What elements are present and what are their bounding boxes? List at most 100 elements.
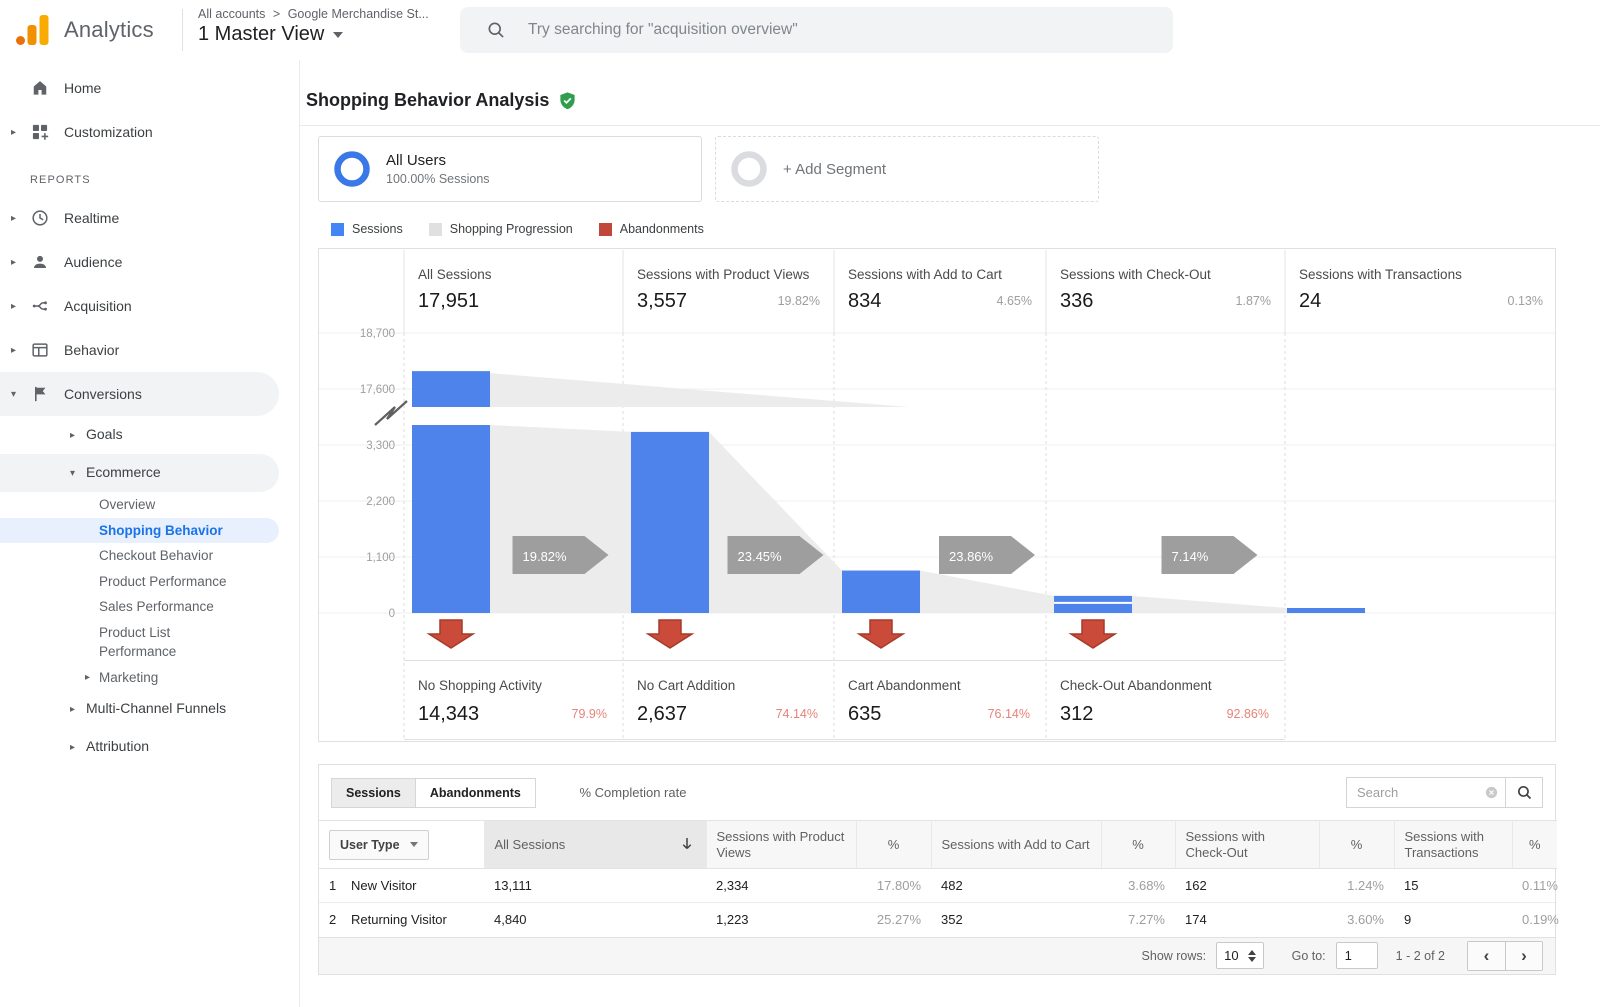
sidebar-item-label: Product Performance xyxy=(0,569,245,595)
show-rows-select[interactable]: 10 xyxy=(1216,942,1263,969)
count-cell: 2,334 xyxy=(706,869,856,903)
chevron-right-icon[interactable]: ▸ xyxy=(11,301,16,312)
count-cell: 9 xyxy=(1394,903,1512,937)
svg-text:Cart Abandonment: Cart Abandonment xyxy=(848,678,961,693)
tab-sessions[interactable]: Sessions xyxy=(331,778,416,808)
audience-icon xyxy=(30,252,50,272)
col-sessions-with-product-views[interactable]: Sessions with Product Views xyxy=(706,821,856,869)
sidebar-item-home[interactable]: Home xyxy=(0,66,299,110)
sidebar-item-goals[interactable]: ▸Goals xyxy=(0,416,299,454)
sidebar-item-behavior[interactable]: ▸Behavior xyxy=(0,328,299,372)
svg-text:Sessions with Product Views: Sessions with Product Views xyxy=(637,267,810,282)
sidebar-item-overview[interactable]: Overview xyxy=(0,492,299,518)
sidebar-item-label: Goals xyxy=(0,423,240,447)
segment-all-users[interactable]: All Users 100.00% Sessions xyxy=(318,136,702,202)
breadcrumb-account[interactable]: All accounts xyxy=(198,7,265,21)
analytics-logo[interactable]: Analytics xyxy=(14,12,154,48)
completion-rate-label: % Completion rate xyxy=(580,785,687,800)
goto-label: Go to: xyxy=(1292,949,1326,963)
add-segment-ring-icon xyxy=(730,150,768,188)
user-type-label: User Type xyxy=(340,837,400,853)
chevron-right-icon[interactable]: ▸ xyxy=(11,213,16,224)
table-search-input[interactable] xyxy=(1346,777,1506,808)
sidebar-item-sales-performance[interactable]: Sales Performance xyxy=(0,594,299,620)
sidebar-item-label: Home xyxy=(0,80,101,96)
sidebar-item-label: Multi-Channel Funnels xyxy=(0,697,240,721)
tab-abandonments[interactable]: Abandonments xyxy=(415,778,536,808)
chart-legend: SessionsShopping ProgressionAbandonments xyxy=(331,222,1556,236)
svg-text:74.14%: 74.14% xyxy=(776,707,818,721)
sidebar-item-label: Product List Performance xyxy=(0,620,245,665)
sidebar-item-checkout-behavior[interactable]: Checkout Behavior xyxy=(0,543,299,569)
svg-text:312: 312 xyxy=(1060,703,1093,725)
col-percent-5[interactable]: % xyxy=(1101,821,1175,869)
sidebar-item-multi-channel-funnels[interactable]: ▸Multi-Channel Funnels xyxy=(0,690,299,728)
sidebar-item-conversions[interactable]: ▾Conversions xyxy=(0,372,279,416)
chevron-down-icon[interactable]: ▾ xyxy=(70,468,75,479)
row-rank: 1 xyxy=(329,878,351,893)
user-type-dropdown[interactable]: User Type xyxy=(329,830,429,860)
count-cell: 174 xyxy=(1175,903,1319,937)
sidebar-item-acquisition[interactable]: ▸Acquisition xyxy=(0,284,299,328)
legend-label: Sessions xyxy=(352,222,403,236)
table-header-row: User Type All SessionsSessions with Produ… xyxy=(319,821,1557,869)
chevron-down-icon[interactable]: ▾ xyxy=(11,389,16,400)
view-name[interactable]: 1 Master View xyxy=(198,23,324,46)
count-cell: 1,223 xyxy=(706,903,856,937)
col-percent-9[interactable]: % xyxy=(1512,821,1557,869)
table-row[interactable]: 1New Visitor13,1112,33417.80%4823.68%162… xyxy=(319,869,1557,903)
svg-text:79.9%: 79.9% xyxy=(572,707,607,721)
sidebar-item-audience[interactable]: ▸Audience xyxy=(0,240,299,284)
add-segment-button[interactable]: + Add Segment xyxy=(715,136,1099,202)
previous-page-button[interactable]: ‹ xyxy=(1468,942,1505,970)
col-sessions-with-transactions[interactable]: Sessions with Transactions xyxy=(1394,821,1512,869)
chevron-right-icon[interactable]: ▸ xyxy=(11,345,16,356)
breadcrumb[interactable]: All accounts > Google Merchandise St... xyxy=(198,7,429,21)
table-row[interactable]: 2Returning Visitor4,8401,22325.27%3527.2… xyxy=(319,903,1557,937)
svg-text:0.13%: 0.13% xyxy=(1508,294,1543,308)
col-sessions-with-check-out[interactable]: Sessions with Check-Out xyxy=(1175,821,1319,869)
chevron-right-icon[interactable]: ▸ xyxy=(85,672,90,683)
svg-text:24: 24 xyxy=(1299,290,1321,312)
add-segment-label: + Add Segment xyxy=(783,161,886,178)
sidebar-item-label: Acquisition xyxy=(0,298,132,314)
col-sessions-with-add-to-cart[interactable]: Sessions with Add to Cart xyxy=(931,821,1101,869)
svg-text:4.65%: 4.65% xyxy=(997,294,1032,308)
table-search-button[interactable] xyxy=(1506,777,1543,808)
show-rows-value: 10 xyxy=(1224,948,1238,963)
sidebar-item-marketing[interactable]: ▸Marketing xyxy=(0,665,299,691)
sort-descending-icon xyxy=(678,835,696,853)
chevron-right-icon[interactable]: ▸ xyxy=(70,430,75,441)
svg-text:18,700: 18,700 xyxy=(360,328,395,340)
col-percent-3[interactable]: % xyxy=(856,821,931,869)
sidebar-item-attribution[interactable]: ▸Attribution xyxy=(0,728,299,766)
row-rank: 2 xyxy=(329,912,351,927)
legend-item-abandonments: Abandonments xyxy=(599,222,704,236)
account-view-selector[interactable]: All accounts > Google Merchandise St... … xyxy=(198,7,429,46)
col-user-type[interactable]: User Type xyxy=(319,821,484,869)
clear-search-icon[interactable] xyxy=(1484,785,1499,800)
svg-text:23.45%: 23.45% xyxy=(738,549,783,564)
breadcrumb-property[interactable]: Google Merchandise St... xyxy=(288,7,429,21)
chevron-right-icon[interactable]: ▸ xyxy=(70,742,75,753)
sidebar-item-product-list-performance[interactable]: Product List Performance xyxy=(0,620,299,665)
col-all-sessions[interactable]: All Sessions xyxy=(484,821,706,869)
chevron-right-icon[interactable]: ▸ xyxy=(11,127,16,138)
col-percent-7[interactable]: % xyxy=(1319,821,1394,869)
user-type-cell: 2Returning Visitor xyxy=(319,903,484,937)
goto-page-input[interactable] xyxy=(1336,942,1378,969)
sidebar-item-product-performance[interactable]: Product Performance xyxy=(0,569,299,595)
global-search-bar[interactable]: Try searching for "acquisition overview" xyxy=(460,7,1173,53)
chevron-right-icon[interactable]: ▸ xyxy=(11,257,16,268)
conversions-icon xyxy=(30,384,50,404)
sidebar-item-realtime[interactable]: ▸Realtime xyxy=(0,196,299,240)
next-page-button[interactable]: › xyxy=(1505,942,1542,970)
chevron-right-icon[interactable]: ▸ xyxy=(70,704,75,715)
sidebar-item-customization[interactable]: ▸Customization xyxy=(0,110,299,154)
percent-cell: 3.60% xyxy=(1319,903,1394,937)
svg-text:19.82%: 19.82% xyxy=(523,549,568,564)
sidebar-item-shopping-behavior[interactable]: Shopping Behavior xyxy=(0,518,279,544)
count-cell: 162 xyxy=(1175,869,1319,903)
sidebar-section-reports: REPORTS xyxy=(0,154,299,196)
sidebar-item-ecommerce[interactable]: ▾Ecommerce xyxy=(0,454,279,492)
